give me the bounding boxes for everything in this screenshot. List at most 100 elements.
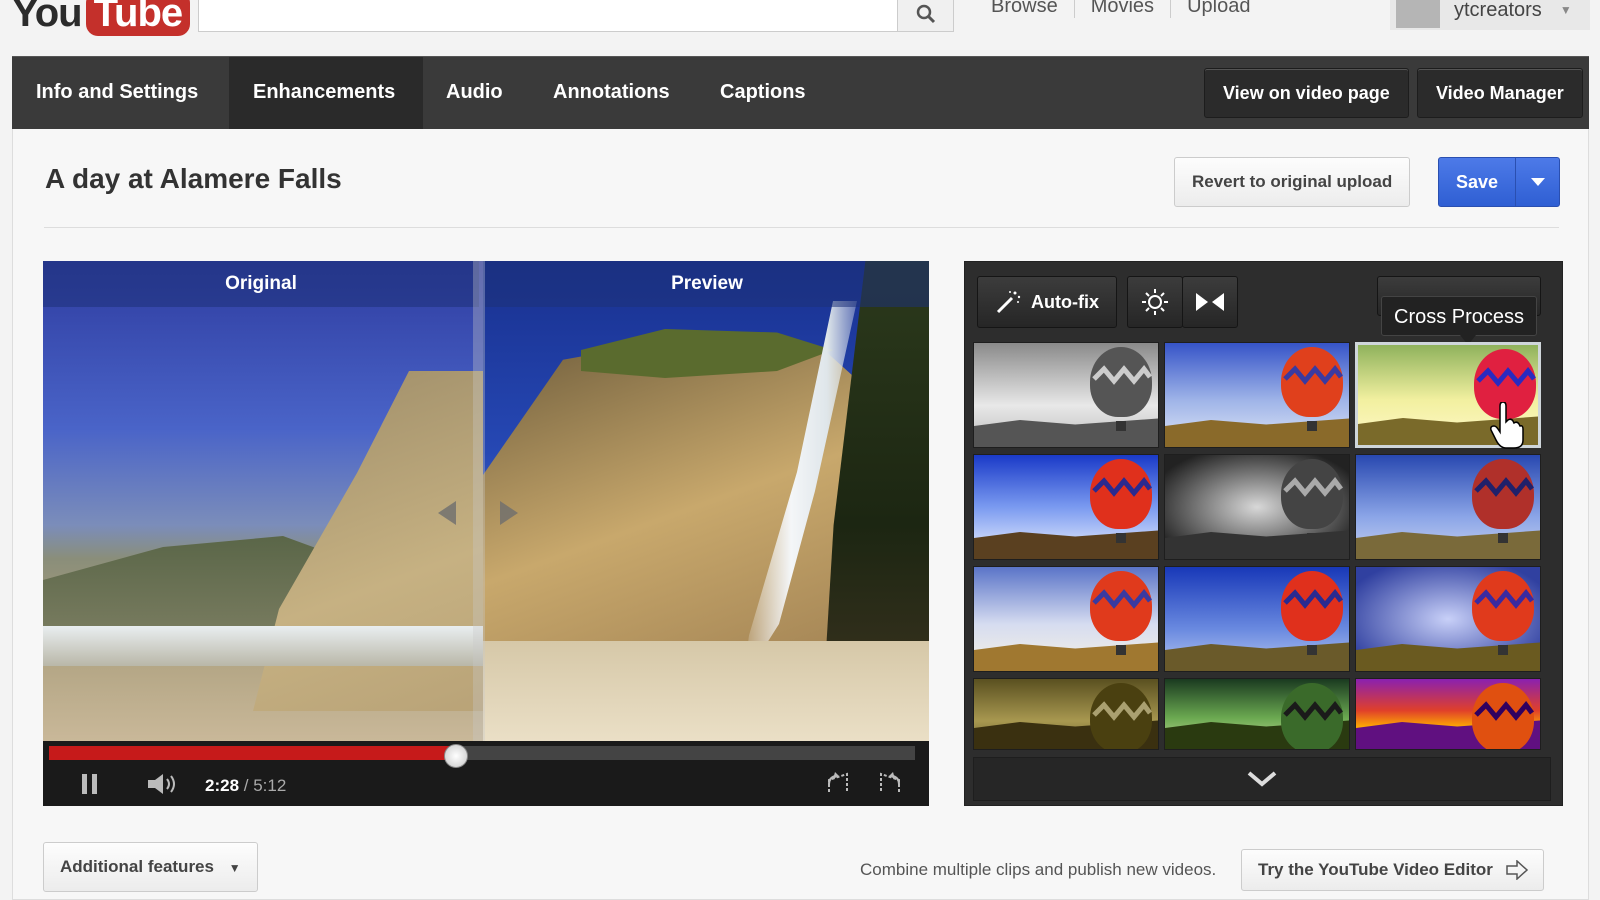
title-divider [44,227,1559,228]
avatar [1396,0,1440,28]
balloon-basket [1307,421,1317,431]
filter-thumbnail[interactable] [973,342,1159,448]
chevron-down-icon: ▼ [1559,3,1572,17]
balloon-pattern [1283,477,1343,497]
logo-you: You [12,0,83,35]
balloon-pattern [1283,589,1343,609]
bowtie-icon [1196,293,1224,311]
thumbnail-ground [1165,530,1349,559]
filter-thumbnail[interactable] [973,678,1159,750]
balloon-basket [1307,645,1317,655]
filter-thumbnail[interactable] [1355,678,1541,750]
tab-annotations[interactable]: Annotations [529,57,694,129]
balloon-pattern [1092,477,1152,497]
seek-bar[interactable] [49,744,915,768]
video-manager-button[interactable]: Video Manager [1417,68,1583,118]
chevron-down-icon: ▼ [228,861,241,875]
preview-label: Preview [485,261,929,307]
hand-cursor-icon [1490,402,1524,449]
balloon-basket [1498,533,1508,543]
view-on-video-page-button[interactable]: View on video page [1204,68,1409,118]
duration: 5:12 [253,776,287,795]
thumbnail-ground [1165,418,1349,447]
balloon-basket [1116,421,1126,431]
rotate-right-icon[interactable] [873,767,905,799]
masthead: You Tube Browse Movies Upload ytcreators… [0,0,1600,50]
tab-audio[interactable]: Audio [422,57,527,129]
original-label: Original [43,261,479,307]
try-video-editor-button[interactable]: Try the YouTube Video Editor [1241,849,1544,891]
thumbnail-ground [974,642,1158,671]
filter-thumbnail[interactable] [1164,454,1350,560]
seek-bar-played [49,746,457,760]
try-video-editor-label: Try the YouTube Video Editor [1258,860,1493,879]
search-icon [916,4,935,24]
filter-thumbnail[interactable] [1355,566,1541,672]
balloon-pattern [1476,367,1536,387]
show-more-filters-button[interactable] [973,757,1551,801]
original-video-frame [43,261,513,741]
save-split-divider [1515,158,1516,206]
time-separator: / [239,776,254,795]
stabilize-button[interactable] [1182,276,1238,328]
balloon-pattern [1474,589,1534,609]
seek-handle[interactable] [444,744,469,768]
volume-icon[interactable] [143,769,183,799]
save-button[interactable]: Save [1438,157,1560,207]
balloon-pattern [1474,701,1534,721]
surf-shape [43,626,483,666]
thumbnail-ground [1356,530,1540,559]
youtube-logo[interactable]: You Tube [12,0,191,36]
pause-icon[interactable] [75,769,105,799]
nav-browse[interactable]: Browse [975,0,1075,18]
auto-fix-button[interactable]: Auto-fix [977,276,1117,328]
filter-thumbnail[interactable] [1164,678,1350,750]
arrow-right-icon [1506,860,1529,880]
thumbnail-ground [974,530,1158,559]
logo-tube: Tube [85,0,191,36]
video-player[interactable]: Original Preview 2:28 / 5:12 [43,261,929,806]
player-controls: 2:28 / 5:12 [43,741,929,806]
filter-thumbnail[interactable] [1355,454,1541,560]
tab-captions[interactable]: Captions [696,57,830,129]
arrow-left-icon[interactable] [438,501,456,525]
editor-hint-text: Combine multiple clips and publish new v… [860,860,1217,879]
rotate-left-icon[interactable] [823,767,855,799]
auto-fix-label: Auto-fix [1031,291,1099,312]
time-display: 2:28 / 5:12 [205,776,286,796]
search-button[interactable] [897,0,953,31]
brightness-button[interactable] [1127,276,1183,328]
user-menu[interactable]: ytcreators ▼ [1390,0,1590,30]
sun-icon [1142,289,1168,315]
balloon-pattern [1092,701,1152,721]
search-input[interactable] [198,0,954,32]
nav-upload[interactable]: Upload [1171,0,1266,18]
save-dropdown-button[interactable] [1517,158,1559,206]
thumbnail-ground [1356,642,1540,671]
current-time: 2:28 [205,776,240,795]
balloon-pattern [1283,365,1343,385]
balloon-pattern [1283,701,1343,721]
filter-thumbnail[interactable] [1164,566,1350,672]
nav-movies[interactable]: Movies [1075,0,1172,18]
additional-features-button[interactable]: Additional features ▼ [43,842,258,892]
additional-features-label: Additional features [60,857,214,876]
balloon-basket [1498,645,1508,655]
magic-wand-icon [996,291,1021,314]
filter-thumbnail[interactable] [1164,342,1350,448]
beach-shape [483,641,929,741]
chevron-down-icon [1531,178,1545,186]
filter-thumbnail[interactable] [973,454,1159,560]
balloon-pattern [1092,589,1152,609]
filter-tooltip: Cross Process [1381,296,1538,345]
arrow-right-icon[interactable] [500,501,518,525]
split-divider-handle[interactable] [473,261,485,741]
tab-info-and-settings[interactable]: Info and Settings [12,57,222,129]
balloon-basket [1116,533,1126,543]
filter-thumbnail[interactable] [973,566,1159,672]
tab-enhancements[interactable]: Enhancements [229,57,423,129]
save-label: Save [1455,172,1499,192]
revert-button[interactable]: Revert to original upload [1174,157,1411,207]
effects-panel: Auto-fix Cross Process [964,261,1563,806]
thumbnail-ground [974,418,1158,447]
